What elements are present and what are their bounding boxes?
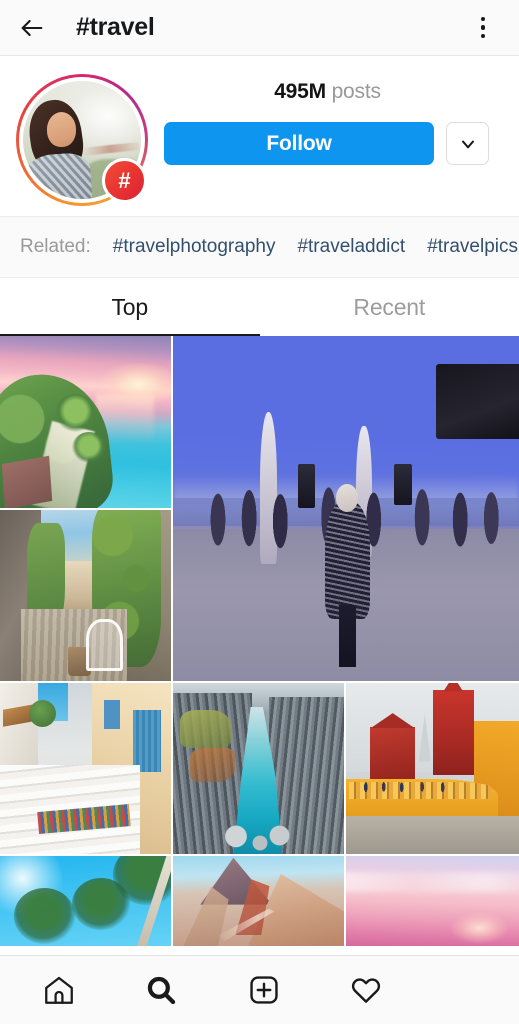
post-pink-sunset[interactable] — [346, 856, 519, 946]
beach-hut — [2, 455, 53, 508]
follow-row: Follow — [164, 122, 491, 165]
app-bar: #travel — [0, 0, 519, 56]
cloud-band — [346, 872, 519, 892]
palm-frond — [13, 888, 76, 945]
palm-tree — [71, 432, 106, 463]
tab-top[interactable]: Top — [0, 278, 260, 336]
more-options-button[interactable] — [465, 8, 501, 48]
tab-recent[interactable]: Recent — [260, 278, 519, 336]
page-title: #travel — [76, 13, 155, 41]
rust-mineral-patch — [190, 747, 235, 783]
foreground-woman-legs — [339, 605, 357, 668]
blue-shutter-door — [133, 710, 161, 772]
avatar[interactable]: # — [16, 74, 148, 206]
posts-label: posts — [331, 80, 381, 103]
grid-row — [0, 856, 519, 946]
chevron-down-icon — [461, 140, 474, 148]
back-button[interactable] — [12, 8, 52, 48]
grid-row — [0, 683, 519, 854]
follow-options-button[interactable] — [446, 122, 489, 165]
post-twilight-harbour-crowd[interactable] — [173, 336, 519, 681]
follow-button[interactable]: Follow — [164, 122, 434, 165]
related-hashtags-bar[interactable]: Related: #travelphotography #traveladdic… — [0, 216, 519, 278]
tab-bar: Top Recent — [0, 278, 519, 336]
heart-icon — [351, 978, 380, 1003]
avatar-railing — [81, 141, 139, 156]
post-pena-palace[interactable] — [346, 683, 519, 854]
related-tag-traveladdict[interactable]: #traveladdict — [297, 236, 405, 258]
river-rocks — [220, 809, 297, 854]
red-clock-tower — [432, 689, 475, 776]
post-rainbow-mountain[interactable] — [173, 856, 344, 946]
nav-search[interactable] — [110, 956, 212, 1024]
bottom-navigation — [0, 955, 519, 1024]
white-chair — [85, 619, 124, 671]
foreground-woman-head — [335, 484, 359, 512]
red-wing-building — [370, 727, 416, 779]
related-tag-travelphotography[interactable]: #travelphotography — [113, 236, 276, 258]
hashtag-info: 495M posts Follow — [148, 74, 491, 165]
post-palm-trees[interactable] — [0, 856, 171, 946]
more-vertical-icon-dot — [480, 25, 486, 30]
related-tag-travelpics[interactable]: #travelpics — [427, 236, 518, 258]
grid-row — [0, 336, 519, 681]
post-tropical-beach-sunset[interactable] — [0, 336, 171, 508]
avatar-face — [46, 111, 77, 148]
search-icon — [148, 976, 176, 1005]
nav-add-post[interactable] — [212, 956, 314, 1024]
green-bush — [29, 700, 57, 728]
instagram-hashtag-screen: #travel # 495M posts Follow Related: #tr… — [0, 0, 519, 1024]
grid-column-stack — [0, 336, 171, 681]
nav-home[interactable] — [8, 956, 110, 1024]
courtyard-ground — [346, 816, 519, 854]
more-vertical-icon-dot — [480, 16, 486, 22]
stage-screen — [435, 363, 519, 440]
hashtag-header: # 495M posts Follow — [0, 56, 519, 216]
post-grid — [0, 336, 519, 955]
nav-activity[interactable] — [315, 956, 417, 1024]
sun-reflection — [449, 911, 509, 945]
more-vertical-icon-dot — [480, 33, 486, 39]
avatar-body — [23, 151, 94, 199]
posts-count: 495M — [274, 80, 326, 103]
blue-window — [104, 700, 120, 730]
arrow-left-icon — [21, 19, 43, 36]
tourists — [352, 778, 481, 795]
posts-count-line: 495M posts — [274, 80, 381, 104]
post-ivy-alley-chair[interactable] — [0, 509, 171, 681]
nav-profile[interactable] — [417, 956, 519, 1024]
add-post-icon — [249, 976, 278, 1004]
hashtag-badge[interactable]: # — [102, 158, 147, 203]
post-greek-stairs[interactable] — [0, 683, 171, 854]
moss-patch — [179, 710, 232, 748]
foreground-woman-coat — [325, 501, 371, 619]
related-label: Related: — [20, 236, 91, 257]
post-basalt-canyon-river[interactable] — [173, 683, 344, 854]
palm-tree — [54, 394, 96, 433]
home-icon — [45, 976, 73, 1004]
